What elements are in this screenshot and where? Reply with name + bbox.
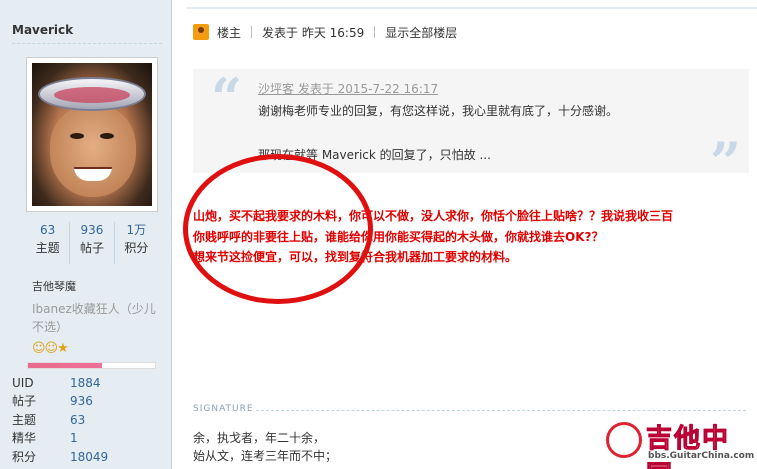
- stat-credits[interactable]: 1万 积分: [115, 222, 158, 264]
- thread-starter-icon: [193, 24, 209, 40]
- info-value[interactable]: 1884: [70, 374, 101, 392]
- site-watermark: 吉他中国 bbs.GuitarChina.com: [606, 418, 755, 469]
- stat-value[interactable]: 936: [70, 222, 113, 238]
- post-body: 山炮，买不起我要求的木料，你可以不做，没人求你，你恬个脸往上贴啥？？我说我收三百…: [193, 206, 753, 268]
- info-key: 主题: [12, 412, 37, 427]
- signature-label: SIGNATURE: [193, 404, 254, 414]
- post-top-divider: [186, 7, 757, 9]
- open-quote-icon: “: [211, 66, 243, 130]
- info-key: 帖子: [12, 394, 37, 409]
- credit-progress-bar: [27, 362, 156, 369]
- avatar-eye-left: [70, 133, 84, 139]
- quote-text-line: 那现在就等 Maverick 的回复了，只怕故 ...: [258, 148, 491, 162]
- avatar[interactable]: [32, 63, 152, 206]
- stat-value[interactable]: 1万: [115, 222, 158, 238]
- info-value[interactable]: 1: [70, 429, 78, 447]
- info-row-credits: 积分 18049: [12, 448, 162, 466]
- avatar-frame[interactable]: [26, 57, 158, 212]
- stat-threads[interactable]: 63 主题: [26, 222, 71, 264]
- quote-author-link[interactable]: 沙坪客 发表于 2015-7-22 16:17: [258, 80, 438, 97]
- post-line: 山炮，买不起我要求的木料，你可以不做，没人求你，你恬个脸往上贴啥？？我说我收三百: [193, 209, 674, 223]
- divider: [251, 26, 253, 38]
- signature-line: 余，执戈者，年二十余，: [193, 431, 326, 445]
- watermark-title: 吉他中国: [646, 424, 731, 469]
- user-info-list: UID 1884 帖子 936 主题 63 精华 1 积分 18049: [12, 374, 162, 466]
- user-group[interactable]: 吉他琴魔: [32, 278, 76, 294]
- signature-line-cut-off: [193, 463, 413, 469]
- info-value[interactable]: 63: [70, 411, 85, 429]
- post-line: 你贱呼呼的非要往上贴，谁能给你用你能买得起的木头做，你就找谁去OK?？: [193, 229, 604, 244]
- quote-block: “ 沙坪客 发表于 2015-7-22 16:17 谢谢梅老师专业的回复，有您这…: [193, 66, 749, 189]
- info-key: 积分: [12, 449, 37, 464]
- stat-label: 积分: [124, 241, 149, 255]
- info-key: UID: [12, 376, 34, 390]
- stat-posts[interactable]: 936 帖子: [70, 222, 115, 264]
- info-row-uid: UID 1884: [12, 374, 162, 392]
- stat-label: 帖子: [79, 241, 104, 255]
- floor-label: 楼主: [217, 25, 242, 40]
- username-link[interactable]: Maverick: [12, 0, 162, 44]
- info-row-posts: 帖子 936: [12, 392, 162, 410]
- guitar-logo-icon: [606, 422, 642, 458]
- signature-line: 始从文，连考三年而不中；: [193, 449, 338, 463]
- avatar-eye-right: [100, 133, 114, 139]
- close-quote-icon: ”: [709, 130, 741, 194]
- info-key: 精华: [12, 431, 37, 446]
- divider: [374, 26, 376, 38]
- stat-label: 主题: [35, 241, 60, 255]
- info-value[interactable]: 18049: [70, 448, 108, 466]
- post-time: 发表于 昨天 16:59: [262, 25, 365, 40]
- watermark-url: bbs.GuitarChina.com: [648, 451, 755, 461]
- signature-divider: [256, 410, 746, 411]
- user-sidebar: Maverick 63 主题 936 帖子 1万 积分 吉他琴魔 Ibanez收…: [0, 0, 172, 469]
- rank-stars-icon: ☺☺★: [32, 341, 69, 356]
- show-all-floors-link[interactable]: 显示全部楼层: [385, 24, 457, 41]
- user-stats: 63 主题 936 帖子 1万 积分: [26, 222, 158, 264]
- quote-text-line: 谢谢梅老师专业的回复，有您这样说，我心里就有底了，十分感谢。: [258, 104, 619, 118]
- user-custom-title: Ibanez收藏狂人（少儿不选）: [32, 302, 156, 334]
- info-row-digest: 精华 1: [12, 429, 162, 447]
- stat-value[interactable]: 63: [26, 222, 69, 238]
- post-line: 想来节这捡便宜，可以，找到复符合我机器加工要求的材料。: [193, 250, 518, 264]
- info-row-threads: 主题 63: [12, 411, 162, 429]
- info-value[interactable]: 936: [70, 392, 93, 410]
- post-header: 楼主 发表于 昨天 16:59 显示全部楼层: [193, 22, 457, 42]
- avatar-face: [50, 105, 136, 197]
- avatar-headband-gem: [54, 87, 130, 103]
- credit-progress-fill: [28, 363, 102, 368]
